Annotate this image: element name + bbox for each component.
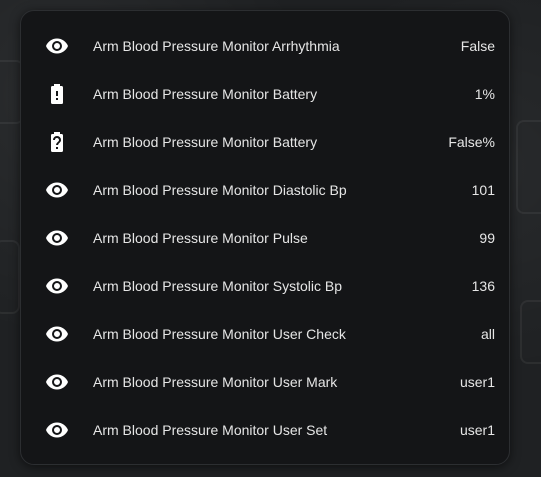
entity-row-battery-unknown[interactable]: Arm Blood Pressure Monitor Battery False… bbox=[21, 118, 509, 166]
entity-state: False% bbox=[448, 134, 495, 150]
eye-icon bbox=[43, 178, 71, 202]
entity-name: Arm Blood Pressure Monitor User Mark bbox=[93, 374, 338, 390]
background-decoration bbox=[0, 240, 20, 314]
eye-icon bbox=[43, 274, 71, 298]
eye-icon bbox=[43, 226, 71, 250]
eye-icon bbox=[43, 370, 71, 394]
background-decoration bbox=[520, 300, 541, 364]
entity-row-battery[interactable]: Arm Blood Pressure Monitor Battery 1% bbox=[21, 70, 509, 118]
entity-state: False bbox=[460, 38, 495, 54]
entities-card: Arm Blood Pressure Monitor Arrhythmia Fa… bbox=[20, 10, 510, 465]
entity-row-pulse[interactable]: Arm Blood Pressure Monitor Pulse 99 bbox=[21, 214, 509, 262]
entity-row-diastolic[interactable]: Arm Blood Pressure Monitor Diastolic Bp … bbox=[21, 166, 509, 214]
battery-alert-icon bbox=[43, 82, 71, 106]
entity-state: user1 bbox=[459, 374, 495, 390]
entity-row-arrhythmia[interactable]: Arm Blood Pressure Monitor Arrhythmia Fa… bbox=[21, 22, 509, 70]
entity-name: Arm Blood Pressure Monitor Battery bbox=[93, 134, 318, 150]
entity-name: Arm Blood Pressure Monitor Arrhythmia bbox=[93, 38, 340, 54]
entity-name: Arm Blood Pressure Monitor User Set bbox=[93, 422, 328, 438]
entity-row-user-check[interactable]: Arm Blood Pressure Monitor User Check al… bbox=[21, 310, 509, 358]
entity-name: Arm Blood Pressure Monitor User Check bbox=[93, 326, 346, 342]
entity-state: 101 bbox=[471, 182, 495, 198]
background-decoration bbox=[516, 120, 541, 214]
entity-row-user-mark[interactable]: Arm Blood Pressure Monitor User Mark use… bbox=[21, 358, 509, 406]
entity-state: 99 bbox=[479, 230, 495, 246]
eye-icon bbox=[43, 322, 71, 346]
battery-unknown-icon bbox=[43, 130, 71, 154]
entity-name: Arm Blood Pressure Monitor Pulse bbox=[93, 230, 308, 246]
entity-row-user-set[interactable]: Arm Blood Pressure Monitor User Set user… bbox=[21, 406, 509, 454]
entity-name: Arm Blood Pressure Monitor Systolic Bp bbox=[93, 278, 342, 294]
entity-state: 1% bbox=[474, 86, 495, 102]
entity-state: 136 bbox=[471, 278, 495, 294]
entity-name: Arm Blood Pressure Monitor Battery bbox=[93, 86, 318, 102]
eye-icon bbox=[43, 34, 71, 58]
entity-row-systolic[interactable]: Arm Blood Pressure Monitor Systolic Bp 1… bbox=[21, 262, 509, 310]
entity-state: all bbox=[480, 326, 495, 342]
entity-state: user1 bbox=[459, 422, 495, 438]
eye-icon bbox=[43, 418, 71, 442]
entity-name: Arm Blood Pressure Monitor Diastolic Bp bbox=[93, 182, 347, 198]
